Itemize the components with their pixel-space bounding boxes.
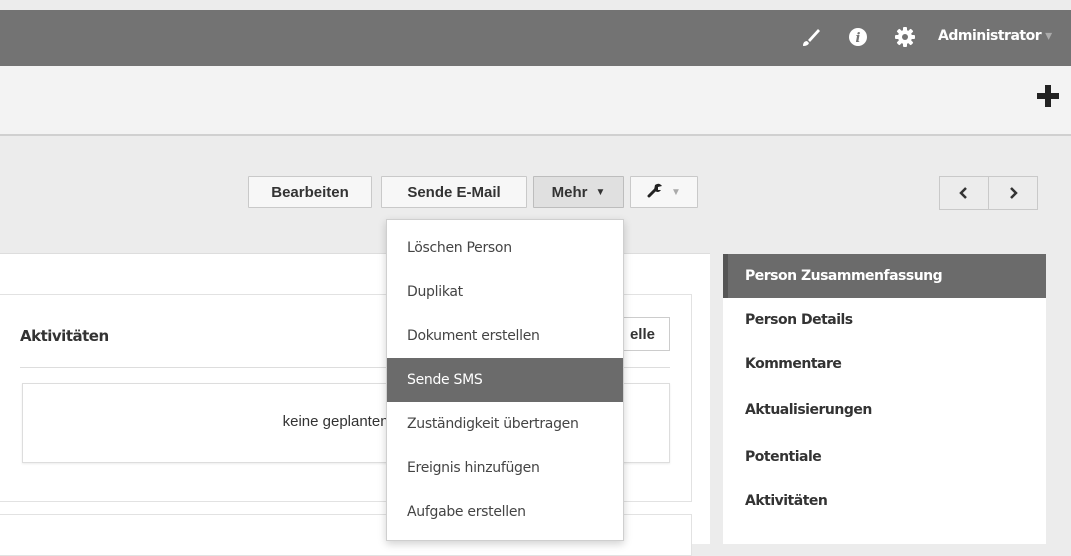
svg-text:i: i <box>856 31 861 46</box>
chevron-down-icon: ▼ <box>595 186 606 198</box>
top-navigation-bar: i Administrator ▾ <box>0 10 1071 66</box>
brush-icon[interactable] <box>800 26 822 48</box>
tools-dropdown-button[interactable]: ▼ <box>630 176 698 208</box>
send-email-button-label: Sende E-Mail <box>407 183 501 201</box>
nav-item-opportunities[interactable]: Potentiale <box>723 435 1046 479</box>
menu-item-label: Sende SMS <box>407 372 483 388</box>
nav-item-label: Aktualisierungen <box>745 402 872 418</box>
right-gutter <box>1046 254 1071 544</box>
nav-item-person-summary[interactable]: Person Zusammenfassung <box>723 254 1046 298</box>
menu-item-duplicate[interactable]: Duplikat <box>387 270 623 314</box>
menu-item-add-event[interactable]: Ereignis hinzufügen <box>387 446 623 490</box>
gear-icon[interactable] <box>894 26 916 48</box>
nav-item-activities[interactable]: Aktivitäten <box>723 479 1046 523</box>
nav-item-label: Person Zusammenfassung <box>745 268 943 284</box>
chevron-right-icon <box>1008 184 1018 203</box>
menu-item-label: Löschen Person <box>407 240 512 256</box>
nav-item-comments[interactable]: Kommentare <box>723 342 1046 386</box>
nav-item-label: Aktivitäten <box>745 493 828 509</box>
tools-caret-icon: ▼ <box>671 186 681 198</box>
menu-item-create-document[interactable]: Dokument erstellen <box>387 314 623 358</box>
menu-item-label: Zuständigkeit übertragen <box>407 416 579 432</box>
nav-item-updates[interactable]: Aktualisierungen <box>723 388 1046 432</box>
prev-record-button[interactable] <box>939 176 989 210</box>
secondary-bar <box>0 66 1071 136</box>
activities-panel-button-label: elle <box>629 325 655 343</box>
more-button-label: Mehr <box>551 183 588 201</box>
next-record-button[interactable] <box>988 176 1038 210</box>
activities-panel-title: Aktivitäten <box>20 327 109 345</box>
plus-icon[interactable] <box>1035 83 1061 109</box>
menu-item-label: Ereignis hinzufügen <box>407 460 540 476</box>
chevron-left-icon <box>959 184 969 203</box>
record-section-nav: Person Zusammenfassung Person Details Ko… <box>723 254 1046 544</box>
nav-item-label: Potentiale <box>745 449 822 465</box>
send-email-button[interactable]: Sende E-Mail <box>381 176 527 208</box>
edit-button-label: Bearbeiten <box>271 183 349 201</box>
menu-item-transfer-ownership[interactable]: Zuständigkeit übertragen <box>387 402 623 446</box>
menu-item-create-task[interactable]: Aufgabe erstellen <box>387 490 623 534</box>
more-dropdown-button[interactable]: Mehr ▼ <box>533 176 624 208</box>
info-icon[interactable]: i <box>847 26 869 48</box>
more-dropdown-menu: Löschen Person Duplikat Dokument erstell… <box>386 219 624 541</box>
user-name: Administrator <box>938 28 1042 44</box>
user-menu-caret: ▾ <box>1045 28 1052 44</box>
wrench-icon <box>647 182 663 202</box>
user-menu[interactable]: Administrator ▾ <box>938 28 1052 44</box>
nav-item-label: Person Details <box>745 312 853 328</box>
nav-item-label: Kommentare <box>745 356 842 372</box>
edit-button[interactable]: Bearbeiten <box>248 176 372 208</box>
menu-item-send-sms[interactable]: Sende SMS <box>387 358 623 402</box>
menu-item-label: Aufgabe erstellen <box>407 504 526 520</box>
menu-item-label: Dokument erstellen <box>407 328 540 344</box>
menu-item-delete-person[interactable]: Löschen Person <box>387 226 623 270</box>
nav-item-person-details[interactable]: Person Details <box>723 298 1046 342</box>
menu-item-label: Duplikat <box>407 284 463 300</box>
